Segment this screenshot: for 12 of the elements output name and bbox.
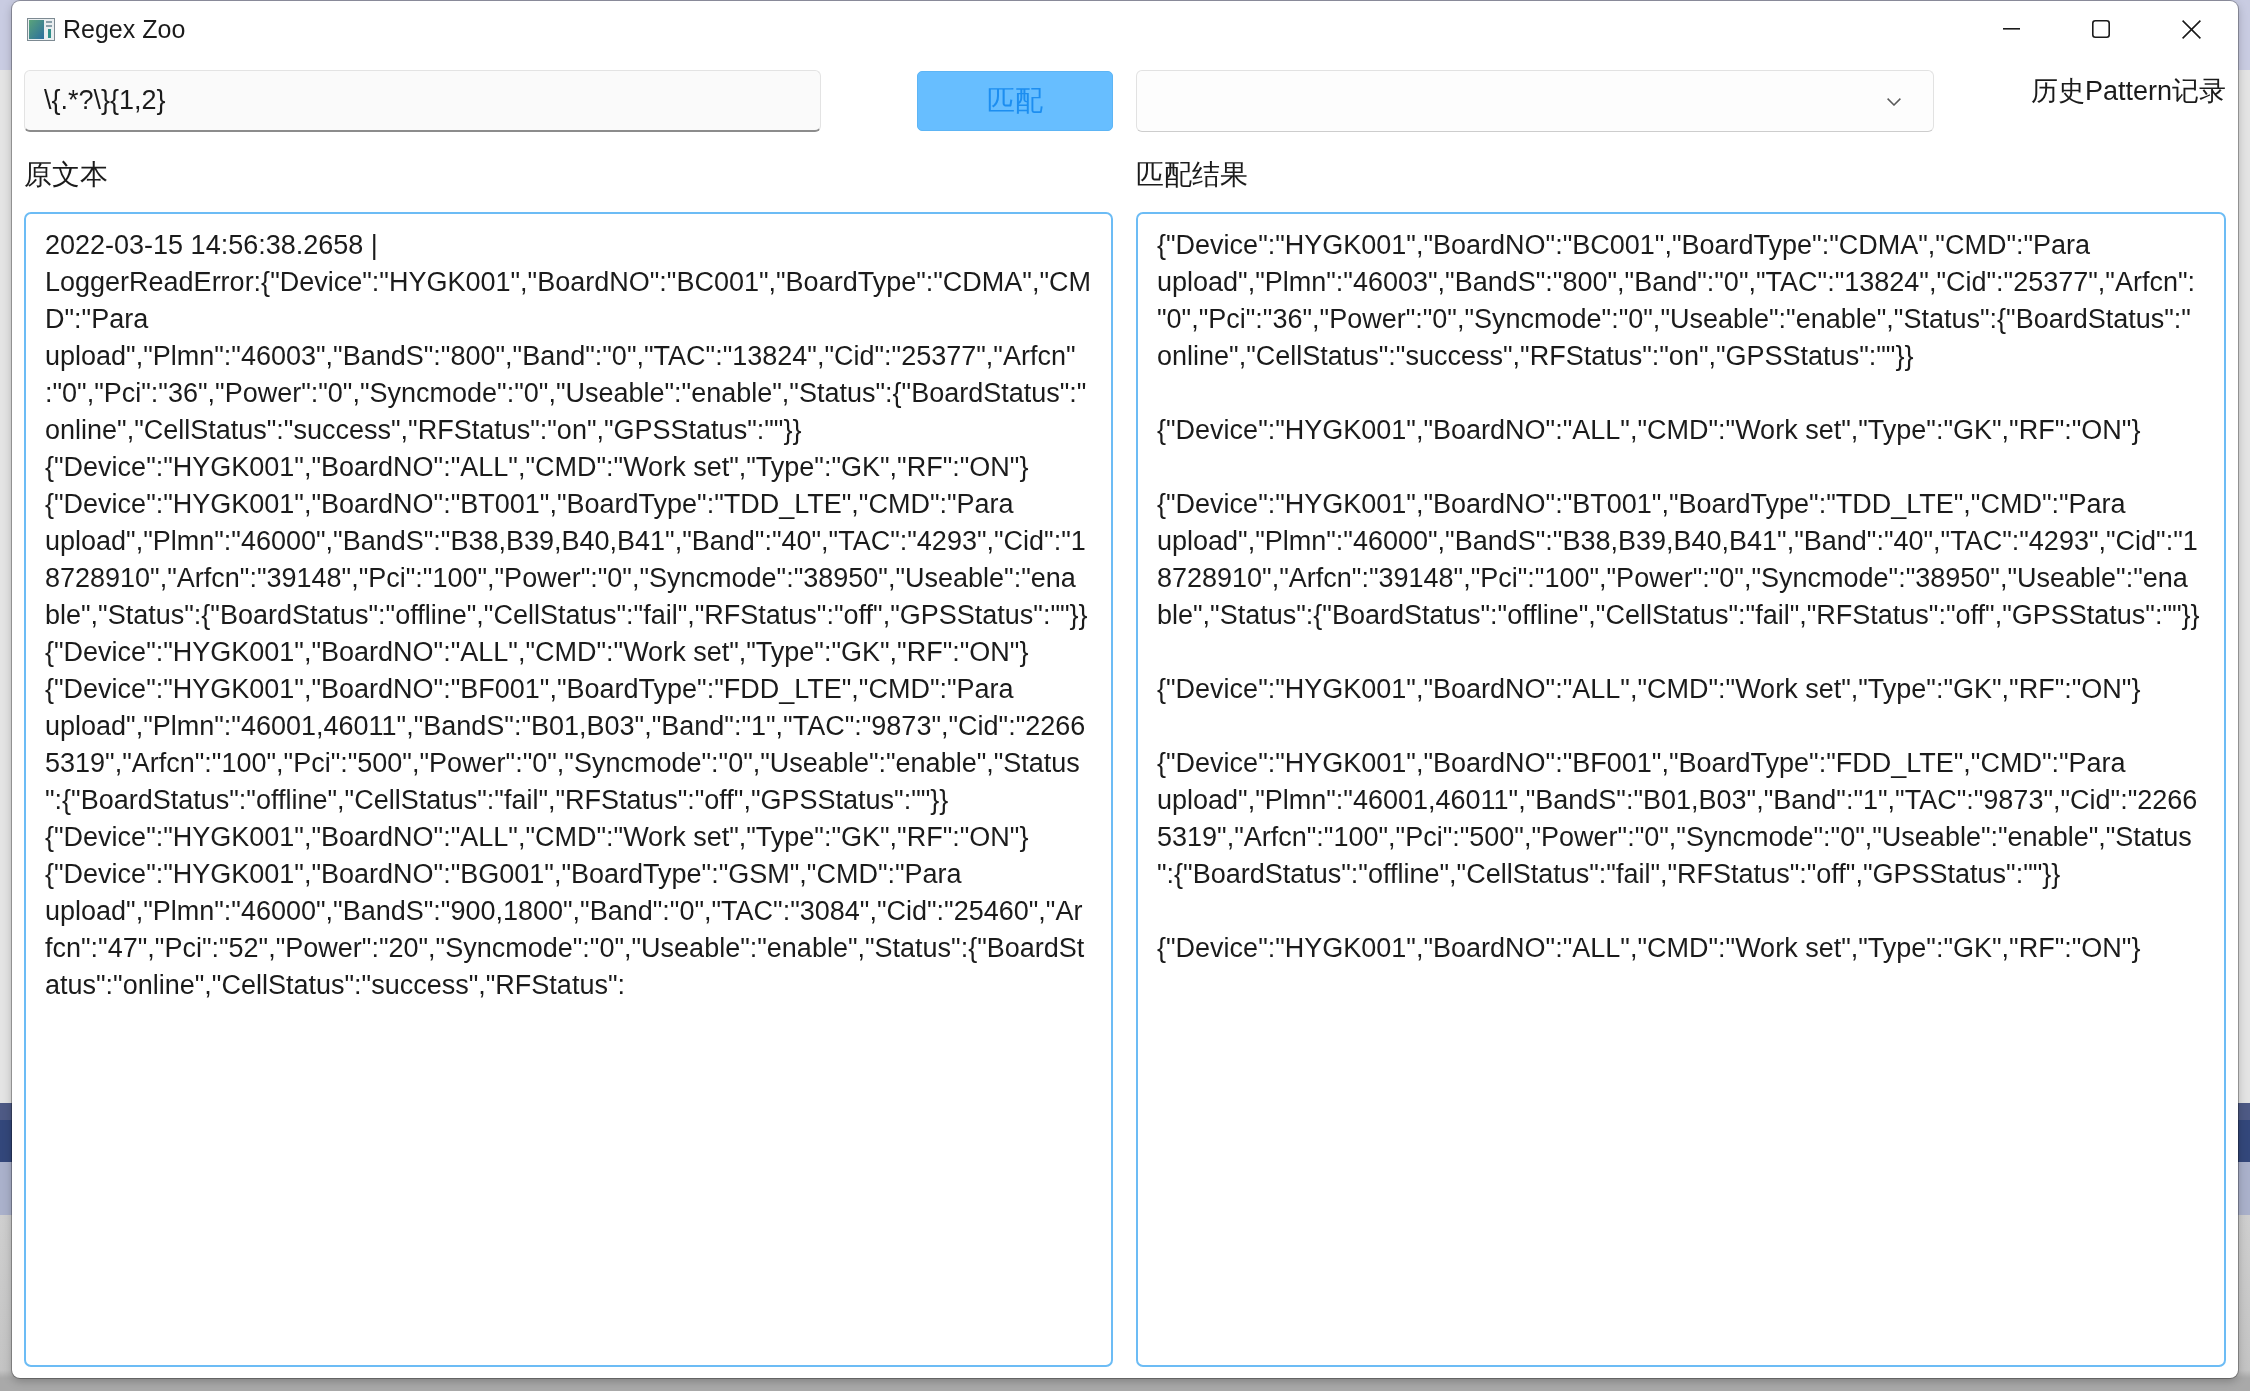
close-icon xyxy=(2181,19,2201,39)
match-result-label: 匹配结果 xyxy=(1136,158,1248,192)
window-title: Regex Zoo xyxy=(63,14,186,45)
chevron-down-icon xyxy=(1887,98,1901,106)
match-result-area[interactable]: {"Device":"HYGK001","BoardNO":"BC001","BoardType":"CDMA","CMD":"Para upload","Plmn":"46003","BandS":"800","Band":"0","TAC":"13824","Cid":"25377","Arfcn": "0","Pci":"36","Power":"0","Syncmode":"0","Useable":"enable","Status":{"BoardStatus":" online","CellStatus":"success","RFStatus":"on","GPSStatus":""}} {"Device":"HYGK001","BoardNO":"ALL","CMD":"Work set","Type":"GK","RF":"ON"} {"Device":"HYGK001","BoardNO":"BT001","BoardType":"TDD_LTE","CMD":"Para upload","Plmn":"46000","BandS":"B38,B39,B40,B41","Band":"40","TAC":"4293","Cid":"1 8728910","Arfcn":"39148","Pci":"100","Power":"0","Syncmode":"38950","Useable":"ena ble","Status":{"BoardStatus":"offline","CellStatus":"fail","RFStatus":"off","GPSStatus":""}} {"Device":"HYGK001","BoardNO":"ALL","CMD":"Work set","Type":"GK","RF":"ON"} {"Device":"HYGK001","BoardNO":"BF001","BoardType":"FDD_LTE","CMD":"Para upload","Plmn":"46001,46011","BandS":"B01,B03","Band":"1","TAC":"9873","Cid":"2266 5319","Arfcn":"100","Pci":"500","Power":"0","Syncmode":"0","Useable":"enable","Status ":{"BoardStatus":"offline","CellStatus":"fail","RFStatus":"off","GPSStatus":""}} {"Device":"HYGK001","BoardNO":"ALL","CMD":"Work set","Type":"GK","RF":"ON"} xyxy=(1136,212,2226,1367)
history-pattern-label: 历史Pattern记录 xyxy=(2030,75,2226,108)
pattern-input[interactable]: \{.*?\}{1,2} xyxy=(24,70,821,132)
source-text-area[interactable]: 2022-03-15 14:56:38.2658 | LoggerReadError:{"Device":"HYGK001","BoardNO":"BC001","BoardType":"CDMA","CM D":"Para upload","Plmn":"46003","BandS":"800","Band":"0","TAC":"13824","Cid":"25377","Arfcn" :"0","Pci":"36","Power":"0","Syncmode":"0","Useable":"enable","Status":{"BoardStatus":" online","CellStatus":"success","RFStatus":"on","GPSStatus":""}} {"Device":"HYGK001","BoardNO":"ALL","CMD":"Work set","Type":"GK","RF":"ON"} {"Device":"HYGK001","BoardNO":"BT001","BoardType":"TDD_LTE","CMD":"Para upload","Plmn":"46000","BandS":"B38,B39,B40,B41","Band":"40","TAC":"4293","Cid":"1 8728910","Arfcn":"39148","Pci":"100","Power":"0","Syncmode":"38950","Useable":"ena ble","Status":{"BoardStatus":"offline","CellStatus":"fail","RFStatus":"off","GPSStatus":""}} {"Device":"HYGK001","BoardNO":"ALL","CMD":"Work set","Type":"GK","RF":"ON"} {"Device":"HYGK001","BoardNO":"BF001","BoardType":"FDD_LTE","CMD":"Para upload","Plmn":"46001,46011","BandS":"B01,B03","Band":"1","TAC":"9873","Cid":"2266 5319","Arfcn":"100","Pci":"500","Power":"0","Syncmode":"0","Useable":"enable","Status ":{"BoardStatus":"offline","CellStatus":"fail","RFStatus":"off","GPSStatus":""}} {"Device":"HYGK001","BoardNO":"ALL","CMD":"Work set","Type":"GK","RF":"ON"} {"Device":"HYGK001","BoardNO":"BG001","BoardType":"GSM","CMD":"Para upload","Plmn":"46000","BandS":"900,1800","Band":"0","TAC":"3084","Cid":"25460","Ar fcn":"47","Pci":"52","Power":"20","Syncmode":"0","Useable":"enable","Status":{"BoardSt atus":"online","CellStatus":"success","RFStatus": xyxy=(24,212,1113,1367)
app-icon xyxy=(27,17,55,41)
maximize-icon xyxy=(2092,20,2110,38)
source-text-label: 原文本 xyxy=(24,158,108,192)
minimize-icon xyxy=(2002,28,2020,30)
